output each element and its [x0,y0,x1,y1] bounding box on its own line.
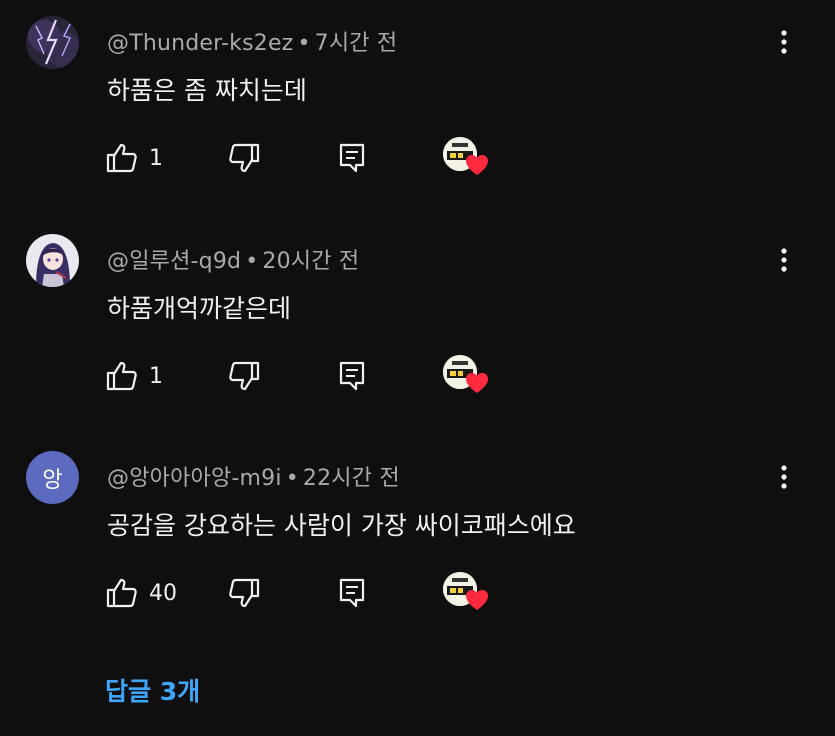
comment: @일루션-q9d • 20시간 전 하품개억까같은데 1 [0,234,835,444]
comment-time[interactable]: 7시간 전 [315,31,398,56]
like-button[interactable]: 1 [105,138,163,178]
comment-text: 공감을 강요하는 사람이 가장 싸이코패스에요 [107,511,576,540]
reply-button[interactable] [338,573,366,613]
comment-time[interactable]: 22시간 전 [303,466,400,491]
more-vert-icon [781,30,787,54]
comment-text: 하품은 좀 짜치는데 [107,76,307,105]
like-button[interactable]: 1 [105,356,163,396]
avatar[interactable] [26,234,79,287]
more-options-button[interactable] [770,24,798,60]
more-options-button[interactable] [770,459,798,495]
thumb-down-icon [229,361,260,391]
separator-dot: • [297,31,311,56]
more-vert-icon [781,248,787,272]
comment-time[interactable]: 20시간 전 [262,249,359,274]
more-vert-icon [781,465,787,489]
reply-button[interactable] [338,138,366,178]
avatar[interactable]: 앙 [26,451,79,504]
reply-comment-icon [339,578,365,608]
like-button[interactable]: 40 [105,573,177,613]
separator-dot: • [285,466,299,491]
reply-button[interactable] [338,356,366,396]
view-replies-link[interactable]: 답글 3개 [105,672,200,708]
comment-actions: 1 [105,135,605,181]
thumb-up-icon [106,361,137,391]
comment-actions: 1 [105,353,605,399]
comment: @Thunder-ks2ez • 7시간 전 하품은 좀 짜치는데 1 [0,16,835,226]
thunder-avatar-image [26,16,79,69]
like-count: 40 [149,580,177,606]
anime-avatar-image [26,234,79,287]
creator-heart [443,135,495,181]
comment-actions: 40 [105,570,605,616]
creator-heart-icon [466,373,488,393]
creator-heart [443,353,495,399]
thumb-up-icon [106,578,137,608]
avatar-letter: 앙 [42,467,63,493]
dislike-button[interactable] [227,356,261,396]
creator-heart-icon [466,155,488,175]
creator-heart [443,570,495,616]
thumb-up-icon [106,143,137,173]
dislike-button[interactable] [227,573,261,613]
author-name[interactable]: @Thunder-ks2ez [107,31,293,56]
author-name[interactable]: @앙아아아앙-m9i [107,466,282,491]
comment: 앙 @앙아아아앙-m9i • 22시간 전 공감을 강요하는 사람이 가장 싸이코패… [0,451,835,661]
thumb-down-icon [229,143,260,173]
like-count: 1 [149,363,163,389]
reply-comment-icon [339,143,365,173]
like-count: 1 [149,145,163,171]
comment-text: 하품개억까같은데 [107,294,292,323]
creator-heart-icon [466,590,488,610]
comment-meta: @Thunder-ks2ez • 7시간 전 [107,25,397,57]
dislike-button[interactable] [227,138,261,178]
more-options-button[interactable] [770,242,798,278]
separator-dot: • [245,249,259,274]
comment-meta: @일루션-q9d • 20시간 전 [107,243,359,275]
comment-meta: @앙아아아앙-m9i • 22시간 전 [107,460,400,492]
author-name[interactable]: @일루션-q9d [107,249,241,274]
thumb-down-icon [229,578,260,608]
reply-comment-icon [339,361,365,391]
avatar[interactable] [26,16,79,69]
